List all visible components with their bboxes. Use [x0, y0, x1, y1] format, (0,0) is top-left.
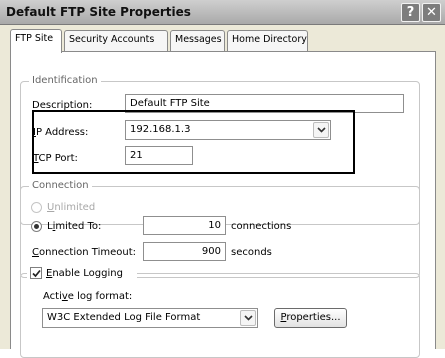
properties-rest: roperties... — [286, 312, 341, 323]
title-bar[interactable]: Default FTP Site Properties ? ✕ — [0, 0, 445, 25]
close-icon: ✕ — [426, 5, 437, 20]
connection-limit-input[interactable]: 10 — [143, 216, 226, 235]
connection-limit-value: 10 — [208, 220, 221, 231]
tab-security-accounts[interactable]: Security Accounts — [64, 30, 168, 52]
unlimited-radio[interactable] — [31, 202, 42, 213]
timeout-accel: C — [32, 247, 39, 258]
help-button[interactable]: ? — [401, 3, 420, 22]
unlimited-label: Unlimited — [47, 202, 95, 213]
close-button[interactable]: ✕ — [422, 3, 441, 22]
help-icon: ? — [406, 5, 415, 20]
seconds-unit: seconds — [231, 247, 272, 258]
timeout-rest: onnection Timeout: — [38, 247, 136, 258]
properties-button[interactable]: Properties... — [274, 308, 347, 328]
limited-to-label: Limited To: — [47, 221, 101, 232]
tab-ftp-site[interactable]: FTP Site — [10, 29, 62, 53]
tab-label: Messages — [175, 34, 222, 45]
tab-label: Home Directory — [232, 34, 307, 45]
connection-timeout-input[interactable]: 900 — [143, 242, 226, 261]
radio-selected-dot — [34, 224, 39, 229]
log-format-value: W3C Extended Log File Format — [47, 312, 201, 323]
dropdown-button[interactable] — [240, 310, 256, 326]
checkmark-icon — [32, 269, 41, 278]
tab-label: Security Accounts — [69, 34, 155, 45]
log-format-select[interactable]: W3C Extended Log File Format — [42, 308, 258, 328]
limited-to-radio[interactable] — [31, 221, 42, 232]
unlimited-rest: nlimited — [54, 202, 96, 213]
connections-unit: connections — [231, 221, 292, 232]
description-value: Default FTP Site — [130, 98, 210, 109]
chevron-down-icon — [244, 315, 253, 321]
properties-dialog: Default FTP Site Properties ? ✕ FTP Site… — [0, 0, 445, 358]
tab-home-directory[interactable]: Home Directory — [227, 30, 308, 52]
identification-legend: Identification — [29, 75, 101, 86]
connection-timeout-value: 900 — [201, 246, 221, 257]
enable-logging-label: Enable Logging — [46, 268, 123, 279]
enable-logging-checkbox[interactable] — [30, 267, 42, 279]
tab-label: FTP Site — [15, 33, 54, 44]
active-log-format-label: Active log format: — [43, 291, 132, 302]
tab-panel: Identification Description: Default FTP … — [10, 51, 436, 358]
connection-timeout-label: Connection Timeout: — [32, 247, 136, 258]
format-rest: e log format: — [67, 291, 133, 302]
connection-legend: Connection — [29, 180, 92, 191]
limited-rest: mited To: — [55, 221, 102, 232]
enable-rest: nable Logging — [52, 268, 123, 279]
tab-messages[interactable]: Messages — [170, 30, 225, 52]
highlight-frame — [32, 110, 355, 174]
format-pre: Acti — [43, 291, 62, 302]
window-title: Default FTP Site Properties — [6, 5, 191, 19]
